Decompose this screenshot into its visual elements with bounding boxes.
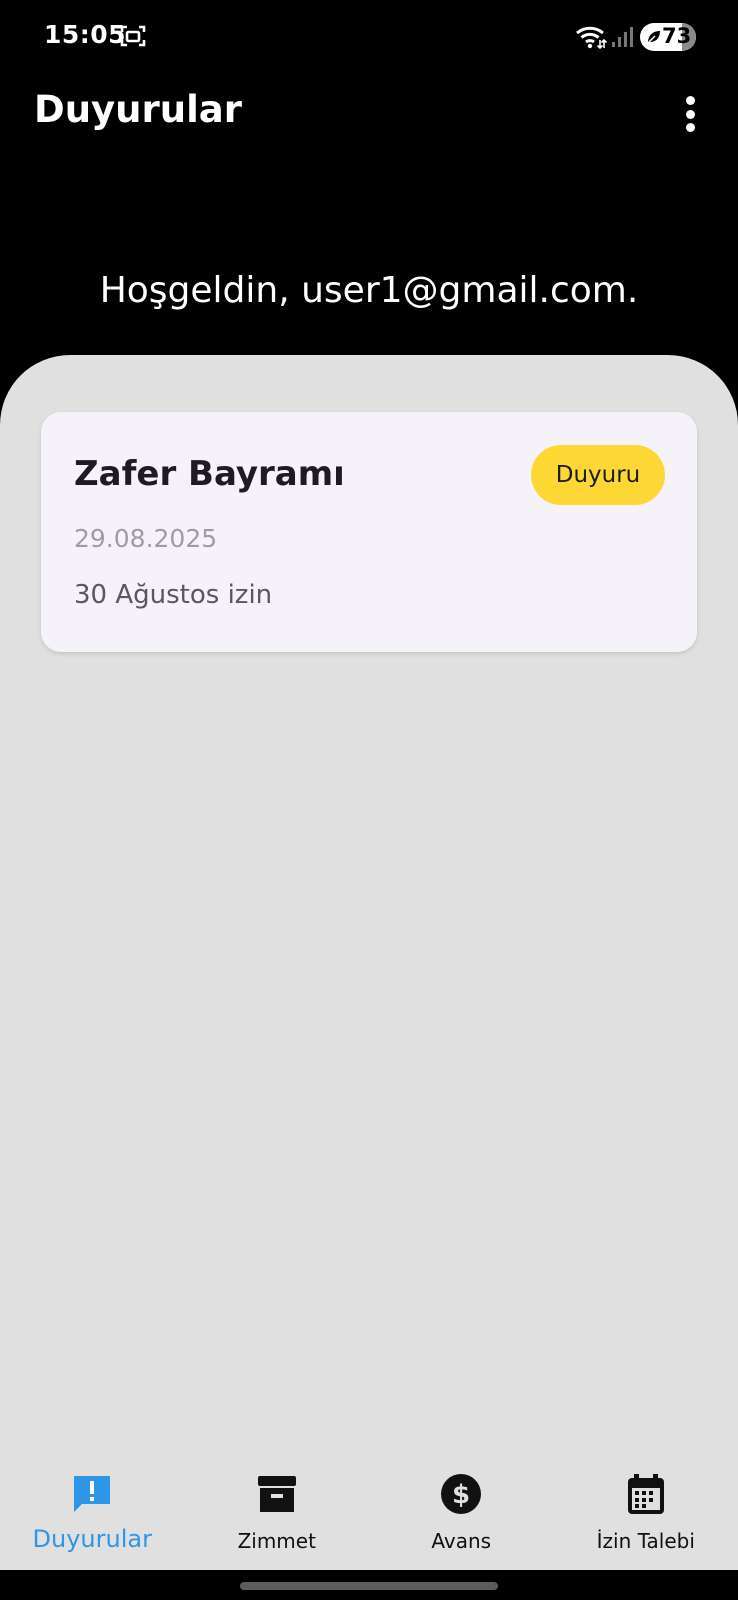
battery-indicator: 73 xyxy=(640,23,696,51)
battery-level: 73 xyxy=(662,24,692,48)
page-title: Duyurular xyxy=(34,88,242,131)
nav-item-avans[interactable]: $ Avans xyxy=(369,1455,554,1570)
dollar-circle-icon: $ xyxy=(441,1474,482,1514)
status-time: 15:05 xyxy=(44,20,127,49)
nav-label: İzin Talebi xyxy=(596,1529,695,1553)
nav-item-izin-talebi[interactable]: İzin Talebi xyxy=(554,1455,738,1570)
svg-text:$: $ xyxy=(452,1480,470,1510)
nav-label: Avans xyxy=(431,1529,492,1553)
archive-box-icon xyxy=(257,1476,296,1512)
more-vert-icon[interactable] xyxy=(670,92,710,136)
status-bar: 15:05 73 xyxy=(0,0,738,72)
nav-label: Zimmet xyxy=(237,1529,316,1553)
home-indicator[interactable] xyxy=(240,1582,498,1590)
bottom-navigation: Duyurular Zimmet $ Avans İzin Talebi xyxy=(0,1455,738,1570)
announcement-date: 29.08.2025 xyxy=(74,524,218,553)
screenshot-icon xyxy=(120,25,146,47)
nav-item-duyurular[interactable]: Duyurular xyxy=(0,1455,185,1570)
announcement-description: 30 Ağustos izin xyxy=(74,580,273,610)
welcome-message: Hoşgeldin, user1@gmail.com. xyxy=(99,270,639,311)
announcement-type-badge: Duyuru xyxy=(531,445,665,505)
calendar-icon xyxy=(627,1474,664,1514)
announcements-list[interactable]: Zafer Bayramı Duyuru 29.08.2025 30 Ağust… xyxy=(0,355,738,1455)
announcement-icon xyxy=(74,1476,111,1512)
signal-icon xyxy=(612,27,633,47)
nav-item-zimmet[interactable]: Zimmet xyxy=(185,1455,370,1570)
announcement-card[interactable]: Zafer Bayramı Duyuru 29.08.2025 30 Ağust… xyxy=(41,412,697,652)
announcement-title: Zafer Bayramı xyxy=(74,454,345,494)
nav-label: Duyurular xyxy=(32,1525,152,1553)
battery-saver-icon xyxy=(646,31,660,45)
wifi-icon xyxy=(576,26,607,50)
